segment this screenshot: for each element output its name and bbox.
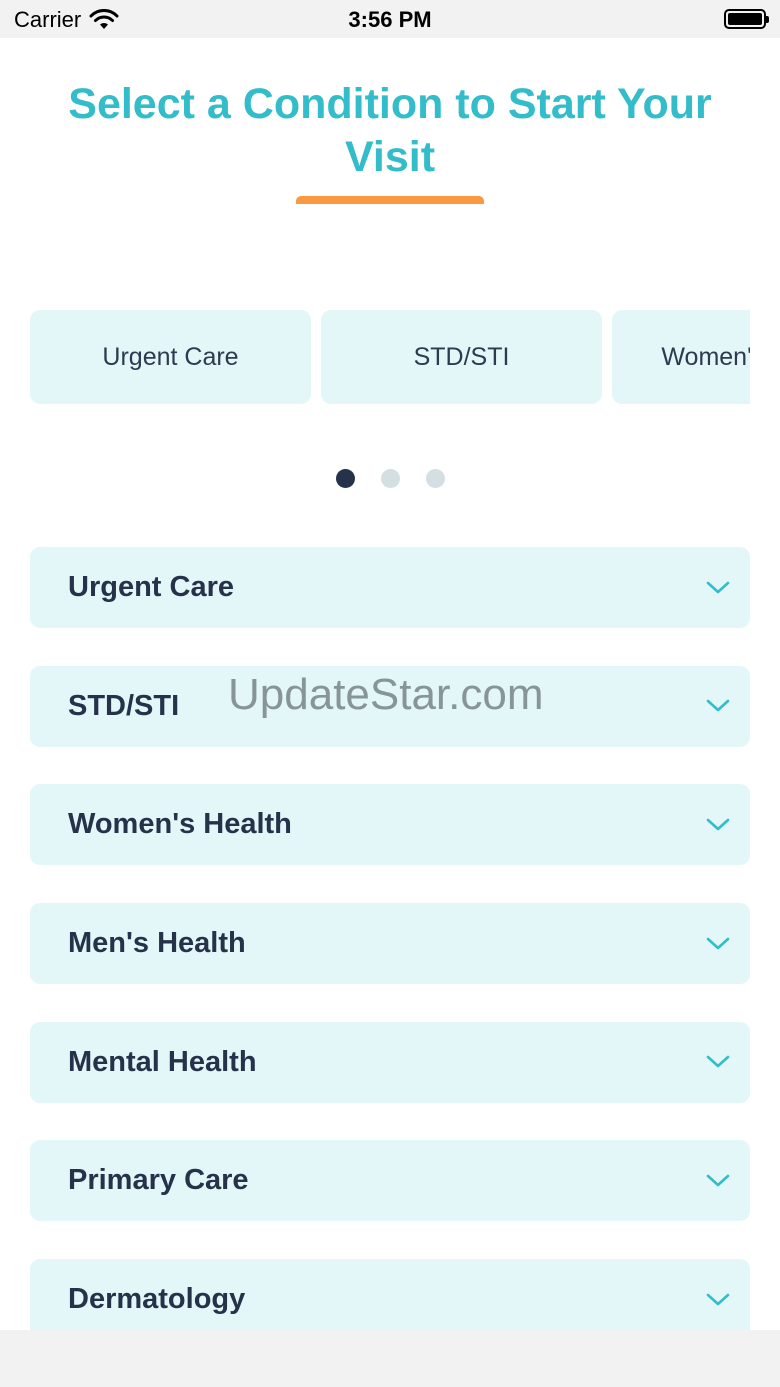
title-underline xyxy=(296,196,484,204)
condition-label: Men's Health xyxy=(68,927,246,960)
chevron-down-icon[interactable] xyxy=(706,1174,730,1188)
chevron-down-icon[interactable] xyxy=(706,937,730,951)
condition-label: Mental Health xyxy=(68,1045,257,1078)
status-bar: Carrier 3:56 PM xyxy=(0,0,780,38)
condition-label: Urgent Care xyxy=(68,571,234,603)
carousel-card-label: Women's Health xyxy=(661,342,750,371)
condition-item[interactable]: Primary Care xyxy=(30,1140,750,1222)
condition-item[interactable]: STD/STI xyxy=(30,665,750,747)
condition-label: Primary Care xyxy=(68,1164,249,1197)
carousel-card-label: Urgent Care xyxy=(102,342,239,371)
chevron-down-icon[interactable] xyxy=(706,699,730,713)
condition-item[interactable]: Women's Health xyxy=(30,784,750,866)
condition-item[interactable]: Urgent Care xyxy=(30,547,750,628)
condition-carousel[interactable]: Urgent Care STD/STI Women's Health xyxy=(30,310,750,404)
condition-label: Dermatology xyxy=(68,1283,246,1316)
chevron-down-icon[interactable] xyxy=(706,1055,730,1069)
carousel-card-label: STD/STI xyxy=(413,342,510,371)
chevron-down-icon[interactable] xyxy=(706,818,730,832)
bottom-bar xyxy=(0,1330,780,1387)
condition-label: Women's Health xyxy=(68,808,292,841)
page-title: Select a Condition to Start Your Visit xyxy=(68,80,712,181)
condition-item[interactable]: Mental Health xyxy=(30,1021,750,1103)
chevron-down-icon[interactable] xyxy=(706,1293,730,1307)
condition-list: Urgent Care STD/STI Women's Health Men's He… xyxy=(30,547,750,1378)
carousel-card[interactable]: STD/STI xyxy=(321,310,602,404)
carousel-page-indicator[interactable] xyxy=(0,469,780,488)
battery-full-icon xyxy=(724,9,769,29)
battery-fill xyxy=(728,13,762,25)
condition-item[interactable]: Dermatology xyxy=(30,1259,750,1341)
carousel-card[interactable]: Women's Health xyxy=(612,310,750,404)
carousel-card[interactable]: Urgent Care xyxy=(30,310,311,404)
condition-label: STD/STI xyxy=(68,689,180,722)
condition-item[interactable]: Men's Health xyxy=(30,903,750,985)
chevron-down-icon[interactable] xyxy=(706,581,730,595)
carousel-track: Urgent Care STD/STI Women's Health xyxy=(30,310,750,404)
status-time: 3:56 PM xyxy=(348,7,432,32)
page-dot[interactable] xyxy=(425,469,445,488)
page-dot[interactable] xyxy=(380,469,400,488)
page-dot[interactable] xyxy=(335,469,355,488)
